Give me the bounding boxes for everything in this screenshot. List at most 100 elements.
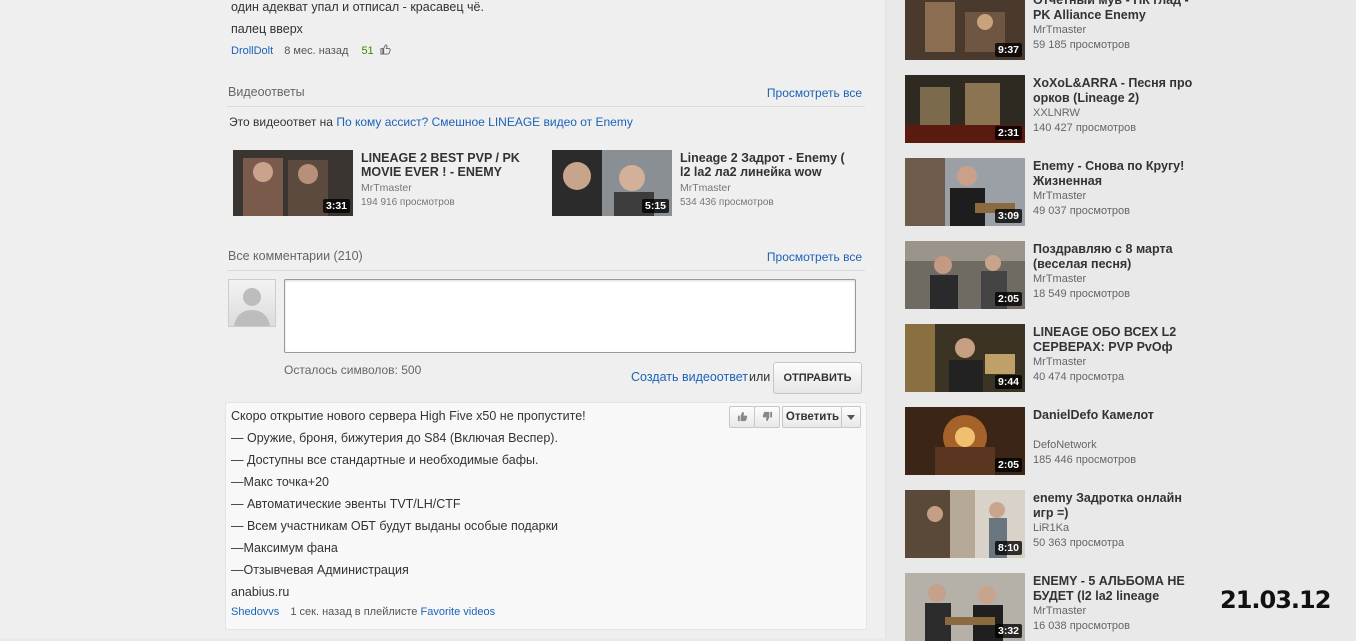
- section-title: Видеоответы: [228, 85, 305, 99]
- video-views: 49 037 просмотров: [1033, 205, 1130, 217]
- avatar: [228, 279, 276, 327]
- video-duration: 3:32: [994, 624, 1022, 638]
- video-responses-header: Видеоответы Просмотреть все: [227, 84, 865, 107]
- comment-time: 8 мес. назад: [284, 45, 349, 57]
- chars-left-counter: Осталось символов: 500: [284, 363, 422, 377]
- video-thumbnail[interactable]: 9:37: [905, 0, 1025, 60]
- related-video-item[interactable]: 2:05 DanielDefo Камелот DefoNetwork 185 …: [905, 407, 1205, 475]
- video-views: 59 185 просмотров: [1033, 39, 1130, 51]
- related-video-item[interactable]: 2:05 Поздравляю с 8 марта (веселая песня…: [905, 241, 1205, 309]
- video-views: 40 474 просмотра: [1033, 371, 1125, 383]
- or-label: или: [749, 370, 771, 384]
- comment-time: 1 сек. назад в плейлисте: [290, 606, 418, 618]
- video-owner: MrTmaster: [1033, 190, 1087, 202]
- response-info: Это видеоответ на По кому ассист? Смешно…: [229, 115, 633, 129]
- send-button[interactable]: ОТПРАВИТЬ: [773, 362, 862, 394]
- comment-line: — Автоматические эвенты TVT/LH/CTF: [231, 497, 461, 511]
- video-duration: 8:10: [994, 541, 1022, 555]
- comment-line: — Оружие, броня, бижутерия до S84 (Включ…: [231, 431, 558, 445]
- video-thumbnail[interactable]: 2:05: [905, 241, 1025, 309]
- video-thumbnail[interactable]: 3:09: [905, 158, 1025, 226]
- video-thumbnail[interactable]: 3:31: [233, 150, 353, 216]
- section-title: Все комментарии (210): [228, 249, 363, 263]
- comment-likes-count: 51: [361, 45, 374, 57]
- video-duration: 2:05: [994, 458, 1022, 472]
- thumbs-up-icon: [737, 411, 747, 422]
- video-views: 194 916 просмотров: [361, 197, 455, 208]
- video-response-item[interactable]: 3:31 LINEAGE 2 BEST PVP / PK MOVIE EVER …: [233, 150, 533, 218]
- video-owner: LiR1Ka: [1033, 522, 1070, 534]
- video-title[interactable]: Lineage 2 Задрот - Enemy ( l2 la2 ла2 ли…: [680, 151, 855, 179]
- video-thumbnail[interactable]: 2:31: [905, 75, 1025, 143]
- chevron-down-icon: [847, 415, 855, 420]
- like-button[interactable]: [729, 406, 755, 428]
- video-thumbnail[interactable]: 5:15: [552, 150, 672, 216]
- video-response-item[interactable]: 5:15 Lineage 2 Задрот - Enemy ( l2 la2 л…: [552, 150, 852, 218]
- comment-line: —Макс точка+20: [231, 475, 330, 489]
- comment-textarea[interactable]: [284, 279, 856, 353]
- video-owner: MrTmaster: [1033, 605, 1087, 617]
- playlist-link[interactable]: Favorite videos: [421, 606, 496, 618]
- video-thumbnail[interactable]: 8:10: [905, 490, 1025, 558]
- date-stamp: 21.03.12: [1220, 586, 1331, 614]
- comment-line: — Всем участникам ОБТ будут выданы особы…: [231, 519, 559, 533]
- video-duration: 9:44: [994, 375, 1022, 389]
- thumbs-down-icon: [762, 411, 772, 422]
- video-duration: 3:09: [994, 209, 1022, 223]
- comment-line: — Доступны все стандартные и необходимые…: [231, 453, 539, 467]
- video-views: 140 427 просмотров: [1033, 122, 1137, 134]
- comment-author-link[interactable]: DrollDolt: [231, 45, 273, 57]
- video-owner: XXLNRW: [1033, 107, 1080, 119]
- video-duration: 3:31: [322, 199, 350, 213]
- video-thumbnail[interactable]: 2:05: [905, 407, 1025, 475]
- video-title[interactable]: enemy Задротка онлайн игр =): [1033, 491, 1198, 521]
- reply-button[interactable]: Ответить: [782, 406, 843, 428]
- thumbs-up-icon: [380, 44, 391, 55]
- related-video-item[interactable]: 9:37 Отчетный мув - ПК глад - PK Allianc…: [905, 0, 1205, 60]
- video-title[interactable]: Отчетный мув - ПК глад - PK Alliance Ene…: [1033, 0, 1198, 23]
- view-all-link[interactable]: Просмотреть все: [767, 250, 862, 264]
- view-all-link[interactable]: Просмотреть все: [767, 86, 862, 100]
- video-owner: MrTmaster: [1033, 273, 1087, 285]
- related-video-item[interactable]: 9:44 LINEAGE ОБО ВСЕХ L2 СЕРВЕРАХ: PVP P…: [905, 324, 1205, 392]
- top-comment-line-1: один адекват упал и отписал - красавец ч…: [231, 0, 484, 14]
- comments-header: Все комментарии (210) Просмотреть все: [227, 248, 865, 271]
- video-views: 50 363 просмотра: [1033, 537, 1125, 549]
- comment-line: —Максимум фана: [231, 541, 338, 555]
- video-thumbnail[interactable]: 9:44: [905, 324, 1025, 392]
- video-owner: MrTmaster: [1033, 24, 1087, 36]
- video-title[interactable]: ENEMY - 5 АЛЬБОМА НЕ БУДЕТ (l2 la2 linea…: [1033, 574, 1198, 604]
- video-owner: DefoNetwork: [1033, 439, 1097, 451]
- video-title[interactable]: LINEAGE 2 BEST PVP / PK MOVIE EVER ! - E…: [361, 151, 536, 179]
- comment-line: Скоро открытие нового сервера High Five …: [231, 409, 586, 423]
- related-video-item[interactable]: 8:10 enemy Задротка онлайн игр =) LiR1Ka…: [905, 490, 1205, 558]
- top-comment-line-2: палец вверх: [231, 22, 303, 36]
- video-title[interactable]: Enemy - Снова по Кругу! Жизненная: [1033, 159, 1198, 189]
- video-duration: 9:37: [994, 43, 1022, 57]
- video-views: 185 446 просмотров: [1033, 454, 1137, 466]
- video-thumbnail[interactable]: 3:32: [905, 573, 1025, 641]
- dislike-button[interactable]: [754, 406, 780, 428]
- video-title[interactable]: DanielDefo Камелот: [1033, 408, 1198, 423]
- response-parent-link[interactable]: По кому ассист? Смешное LINEAGE видео от…: [336, 115, 633, 129]
- comment-author-link[interactable]: Shedovvs: [231, 606, 279, 618]
- create-video-response-link[interactable]: Создать видеоответ: [631, 370, 748, 384]
- video-title[interactable]: XoXoL&ARRA - Песня про орков (Lineage 2): [1033, 76, 1198, 106]
- video-views: 18 549 просмотров: [1033, 288, 1130, 300]
- reply-menu-button[interactable]: [841, 406, 861, 428]
- top-comment-meta: DrollDolt 8 мес. назад 51: [231, 44, 391, 57]
- related-video-item[interactable]: 3:32 ENEMY - 5 АЛЬБОМА НЕ БУДЕТ (l2 la2 …: [905, 573, 1205, 641]
- video-views: 534 436 просмотров: [680, 197, 774, 208]
- related-video-item[interactable]: 2:31 XoXoL&ARRA - Песня про орков (Linea…: [905, 75, 1205, 143]
- comment-line: —Отзывчевая Администрация: [231, 563, 409, 577]
- related-video-item[interactable]: 3:09 Enemy - Снова по Кругу! Жизненная M…: [905, 158, 1205, 226]
- response-prefix: Это видеоответ на: [229, 115, 333, 129]
- comment-line: anabius.ru: [231, 585, 290, 599]
- video-duration: 5:15: [641, 199, 669, 213]
- video-title[interactable]: LINEAGE ОБО ВСЕХ L2 СЕРВЕРАХ: PVP PvOф: [1033, 325, 1198, 355]
- video-owner: MrTmaster: [680, 182, 731, 194]
- video-views: 16 038 просмотров: [1033, 620, 1130, 632]
- video-title[interactable]: Поздравляю с 8 марта (веселая песня): [1033, 242, 1198, 272]
- video-owner: MrTmaster: [361, 182, 412, 194]
- user-silhouette-icon: [234, 288, 270, 326]
